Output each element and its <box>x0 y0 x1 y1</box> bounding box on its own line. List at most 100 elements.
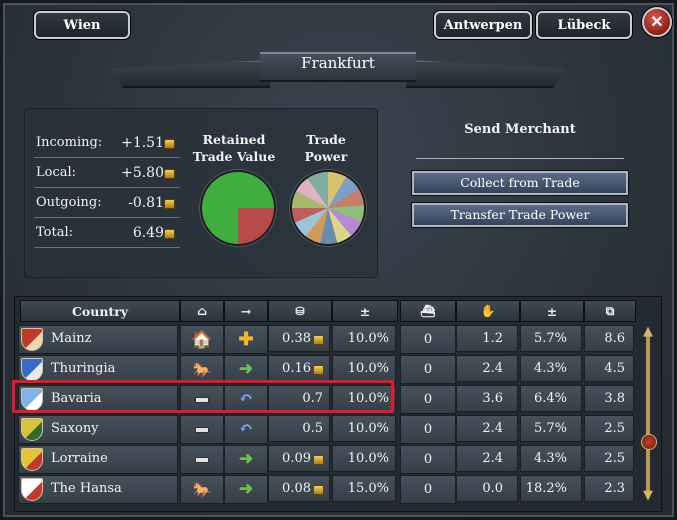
header-boxes-icon[interactable]: ⧉ <box>584 300 636 322</box>
header-country[interactable]: Country <box>20 300 180 322</box>
country-shield-icon <box>21 418 43 441</box>
value: 0.38 <box>282 331 311 346</box>
value: 0.16 <box>282 361 311 376</box>
ducat-icon <box>313 365 324 375</box>
wagon-icon: 🐎 <box>192 480 212 499</box>
value-cell: 0.5 <box>268 415 330 442</box>
ducat-icon <box>164 199 175 209</box>
country-cell[interactable]: Mainz <box>18 325 178 354</box>
house-icon: 🏠 <box>191 329 213 350</box>
country-name: Thuringia <box>51 361 116 376</box>
tab-antwerpen[interactable]: Antwerpen <box>434 11 532 39</box>
table-row[interactable]: Mainz 🏠 ✚ 0.38 10.0% 0 1.2 5.7% 8.6 <box>18 325 634 354</box>
ducat-icon <box>313 335 324 345</box>
value-cell: 0.09 <box>268 445 330 472</box>
power-cell: 1.2 <box>456 325 518 352</box>
power-cell: 3.6 <box>456 385 518 412</box>
stat-value: 6.49 <box>132 225 164 241</box>
ships-cell: 0 <box>400 415 456 444</box>
scroll-up-icon[interactable]: ▲ <box>640 325 656 338</box>
stat-label: Total: <box>36 225 74 240</box>
direction-cell[interactable]: ➜ <box>224 475 268 504</box>
retained-value-pie[interactable] <box>202 172 274 244</box>
country-cell[interactable]: Saxony <box>18 415 178 444</box>
last-cell: 8.6 <box>584 325 634 352</box>
ships-cell: 0 <box>400 475 456 504</box>
value: 0.08 <box>282 481 311 496</box>
header-ship-icon[interactable]: ⛴ <box>400 300 456 322</box>
scrollbar[interactable]: ▲ ▼ <box>640 325 657 502</box>
blue-arrow-icon: ↶ <box>238 419 254 439</box>
stat-local: Local: +5.80 <box>34 163 180 188</box>
country-cell[interactable]: Lorraine <box>18 445 178 474</box>
stat-value: -0.81 <box>128 195 164 211</box>
last-cell: 4.5 <box>584 355 634 382</box>
header-arrow-right-icon[interactable]: → <box>224 300 268 322</box>
value-cell: 0.08 <box>268 475 330 502</box>
country-name: Lorraine <box>51 451 108 466</box>
ducat-icon <box>164 169 175 179</box>
share-cell: 5.7% <box>520 415 582 442</box>
tab-wien[interactable]: Wien <box>34 11 130 39</box>
transfer-trade-power-button[interactable]: Transfer Trade Power <box>412 203 628 227</box>
stat-value: +5.80 <box>121 165 164 181</box>
direction-cell[interactable]: ✚ <box>224 325 268 354</box>
value-cell: 0.38 <box>268 325 330 352</box>
country-name: The Hansa <box>51 481 122 496</box>
building-cell: 🏠 <box>180 325 224 354</box>
value: 0.5 <box>302 421 323 436</box>
ducat-icon <box>164 139 175 149</box>
country-shield-icon <box>21 448 43 471</box>
last-cell: 2.3 <box>584 475 634 502</box>
share-cell: 4.3% <box>520 445 582 472</box>
table-row[interactable]: The Hansa 🐎 ➜ 0.08 15.0% 0 0.0 18.2% 2.3 <box>18 475 634 504</box>
power-cell: 2.4 <box>456 415 518 442</box>
stat-total: Total: 6.49 <box>34 223 180 248</box>
dash-icon <box>195 426 209 433</box>
percent-cell: 10.0% <box>332 355 396 382</box>
direction-cell[interactable]: ➜ <box>224 445 268 474</box>
scroll-down-icon[interactable]: ▼ <box>640 489 656 502</box>
tab-lubeck[interactable]: Lübeck <box>536 11 632 39</box>
scroll-knob[interactable] <box>641 434 657 450</box>
building-cell <box>180 445 224 474</box>
stat-label: Outgoing: <box>36 195 102 210</box>
table-row[interactable]: Thuringia 🐎 ➜ 0.16 10.0% 0 2.4 4.3% 4.5 <box>18 355 634 384</box>
building-cell <box>180 415 224 444</box>
share-cell: 6.4% <box>520 385 582 412</box>
country-shield-icon <box>21 328 43 351</box>
title-banner: Frankfurt <box>110 50 566 90</box>
ships-cell: 0 <box>400 325 456 354</box>
ducat-icon <box>164 229 175 239</box>
share-cell: 5.7% <box>520 325 582 352</box>
header-coins-icon[interactable]: ⛁ <box>268 300 332 322</box>
share-cell: 18.2% <box>520 475 582 502</box>
value-cell: 0.16 <box>268 355 330 382</box>
close-button[interactable]: ✕ <box>642 7 672 37</box>
header-pm[interactable]: ± <box>520 300 584 322</box>
ducat-icon <box>313 485 324 495</box>
table-row[interactable]: Lorraine ➜ 0.09 10.0% 0 2.4 4.3% 2.5 <box>18 445 634 474</box>
country-cell[interactable]: The Hansa <box>18 475 178 504</box>
divider <box>416 158 624 159</box>
ships-cell: 0 <box>400 355 456 384</box>
header-handshake-icon[interactable]: ✋ <box>456 300 520 322</box>
dash-icon <box>195 456 209 463</box>
country-name: Saxony <box>51 421 99 436</box>
direction-cell[interactable]: ↶ <box>224 415 268 444</box>
send-merchant-title: Send Merchant <box>464 122 576 137</box>
header-pm[interactable]: ± <box>332 300 398 322</box>
stat-incoming: Incoming: +1.51 <box>34 133 180 158</box>
trade-power-pie[interactable] <box>292 172 364 244</box>
green-arrow-icon: ➜ <box>238 449 254 469</box>
value: 0.09 <box>282 451 311 466</box>
green-arrow-icon: ➜ <box>238 359 254 379</box>
share-cell: 4.3% <box>520 355 582 382</box>
collect-from-trade-button[interactable]: Collect from Trade <box>412 171 628 195</box>
percent-cell: 10.0% <box>332 415 396 442</box>
header-house-icon[interactable]: ⌂ <box>180 300 224 322</box>
trade-power-label: Trade Power <box>304 132 348 164</box>
stat-outgoing: Outgoing: -0.81 <box>34 193 180 218</box>
table-row[interactable]: Saxony ↶ 0.5 10.0% 0 2.4 5.7% 2.5 <box>18 415 634 444</box>
power-cell: 2.4 <box>456 355 518 382</box>
